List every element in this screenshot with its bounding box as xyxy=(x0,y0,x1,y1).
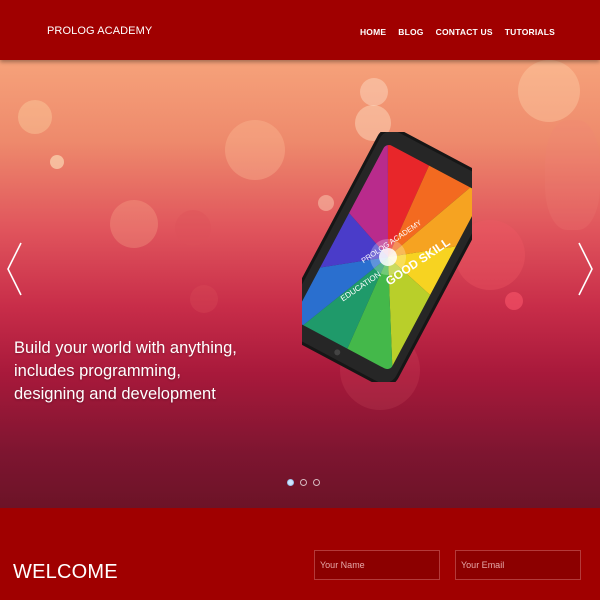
nav-blog[interactable]: BLOG xyxy=(398,27,423,37)
bokeh-decoration xyxy=(175,210,211,246)
bokeh-decoration xyxy=(505,292,523,310)
hero-carousel: PROLOG ACADEMY GOOD SKILL EDUCATION Buil… xyxy=(0,60,600,508)
carousel-next-arrow[interactable] xyxy=(574,240,596,298)
carousel-indicators xyxy=(287,479,320,486)
carousel-indicator-3[interactable] xyxy=(313,479,320,486)
page: PROLOG ACADEMY HOME BLOG CONTACT US TUTO… xyxy=(0,0,600,600)
nav-tutorials[interactable]: TUTORIALS xyxy=(505,27,555,37)
brand-logo-text[interactable]: PROLOG ACADEMY xyxy=(47,25,152,37)
name-input[interactable] xyxy=(314,550,440,580)
bokeh-decoration xyxy=(110,200,158,248)
bokeh-decoration xyxy=(518,60,580,122)
email-input[interactable] xyxy=(455,550,581,580)
chevron-right-icon xyxy=(578,242,593,296)
chevron-left-icon xyxy=(7,242,22,296)
top-navbar: PROLOG ACADEMY HOME BLOG CONTACT US TUTO… xyxy=(0,0,600,60)
nav-contact-us[interactable]: CONTACT US xyxy=(436,27,493,37)
carousel-indicator-1[interactable] xyxy=(287,479,294,486)
welcome-title: WELCOME xyxy=(13,561,118,583)
carousel-prev-arrow[interactable] xyxy=(4,240,26,298)
carousel-indicator-2[interactable] xyxy=(300,479,307,486)
nav-home[interactable]: HOME xyxy=(360,27,386,37)
bokeh-decoration xyxy=(50,155,64,169)
bokeh-decoration xyxy=(18,100,52,134)
main-nav: HOME BLOG CONTACT US TUTORIALS xyxy=(360,27,555,37)
bokeh-decoration xyxy=(225,120,285,180)
phone-illustration: PROLOG ACADEMY GOOD SKILL EDUCATION xyxy=(279,127,497,387)
bokeh-decoration xyxy=(190,285,218,313)
bokeh-decoration xyxy=(545,120,600,230)
hero-caption: Build your world with anything, includes… xyxy=(14,339,237,403)
welcome-section: WELCOME xyxy=(0,508,600,600)
bokeh-decoration xyxy=(360,78,388,106)
